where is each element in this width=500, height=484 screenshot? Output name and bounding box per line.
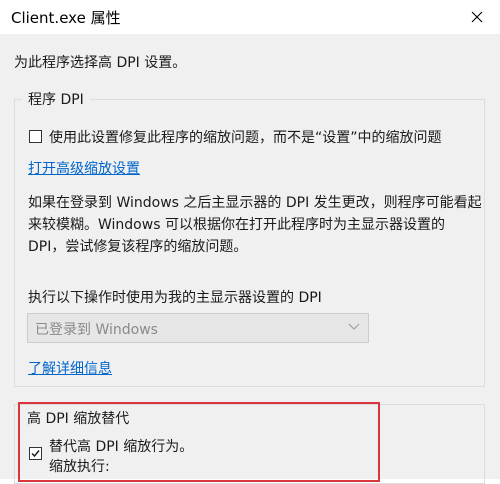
close-button[interactable] [454, 0, 500, 34]
dpi-dropdown-label: 执行以下操作时使用为我的主显示器设置的 DPI [28, 290, 322, 306]
override-scaling-checkbox[interactable] [29, 447, 42, 460]
checkmark-icon [31, 450, 40, 458]
window-title: Client.exe 属性 [11, 9, 121, 27]
intro-text: 为此程序选择高 DPI 设置。 [14, 55, 187, 71]
dropdown-selected-value: 已登录到 Windows [35, 322, 158, 338]
program-dpi-group-title: 程序 DPI [22, 89, 90, 109]
title-bar: Client.exe 属性 [0, 0, 500, 34]
fix-scaling-checkbox-label: 使用此设置修复此程序的缩放问题，而不是“设置”中的缩放问题 [49, 130, 442, 146]
scaling-performed-label: 缩放执行: [49, 459, 110, 475]
properties-dialog-body: 为此程序选择高 DPI 设置。 程序 DPI 使用此设置修复此程序的缩放问题，而… [0, 34, 500, 484]
dpi-timing-dropdown[interactable]: 已登录到 Windows [27, 313, 369, 343]
high-dpi-override-title: 高 DPI 缩放替代 [25, 408, 132, 428]
override-scaling-label: 替代高 DPI 缩放行为。 [49, 439, 194, 455]
chevron-down-icon [348, 323, 360, 330]
learn-more-link[interactable]: 了解详细信息 [28, 358, 112, 378]
dpi-description: 如果在登录到 Windows 之后主显示器的 DPI 发生更改，则程序可能看起来… [28, 195, 482, 255]
fix-scaling-checkbox[interactable] [29, 130, 42, 143]
advanced-scaling-link[interactable]: 打开高级缩放设置 [28, 158, 140, 178]
close-icon [471, 11, 483, 23]
